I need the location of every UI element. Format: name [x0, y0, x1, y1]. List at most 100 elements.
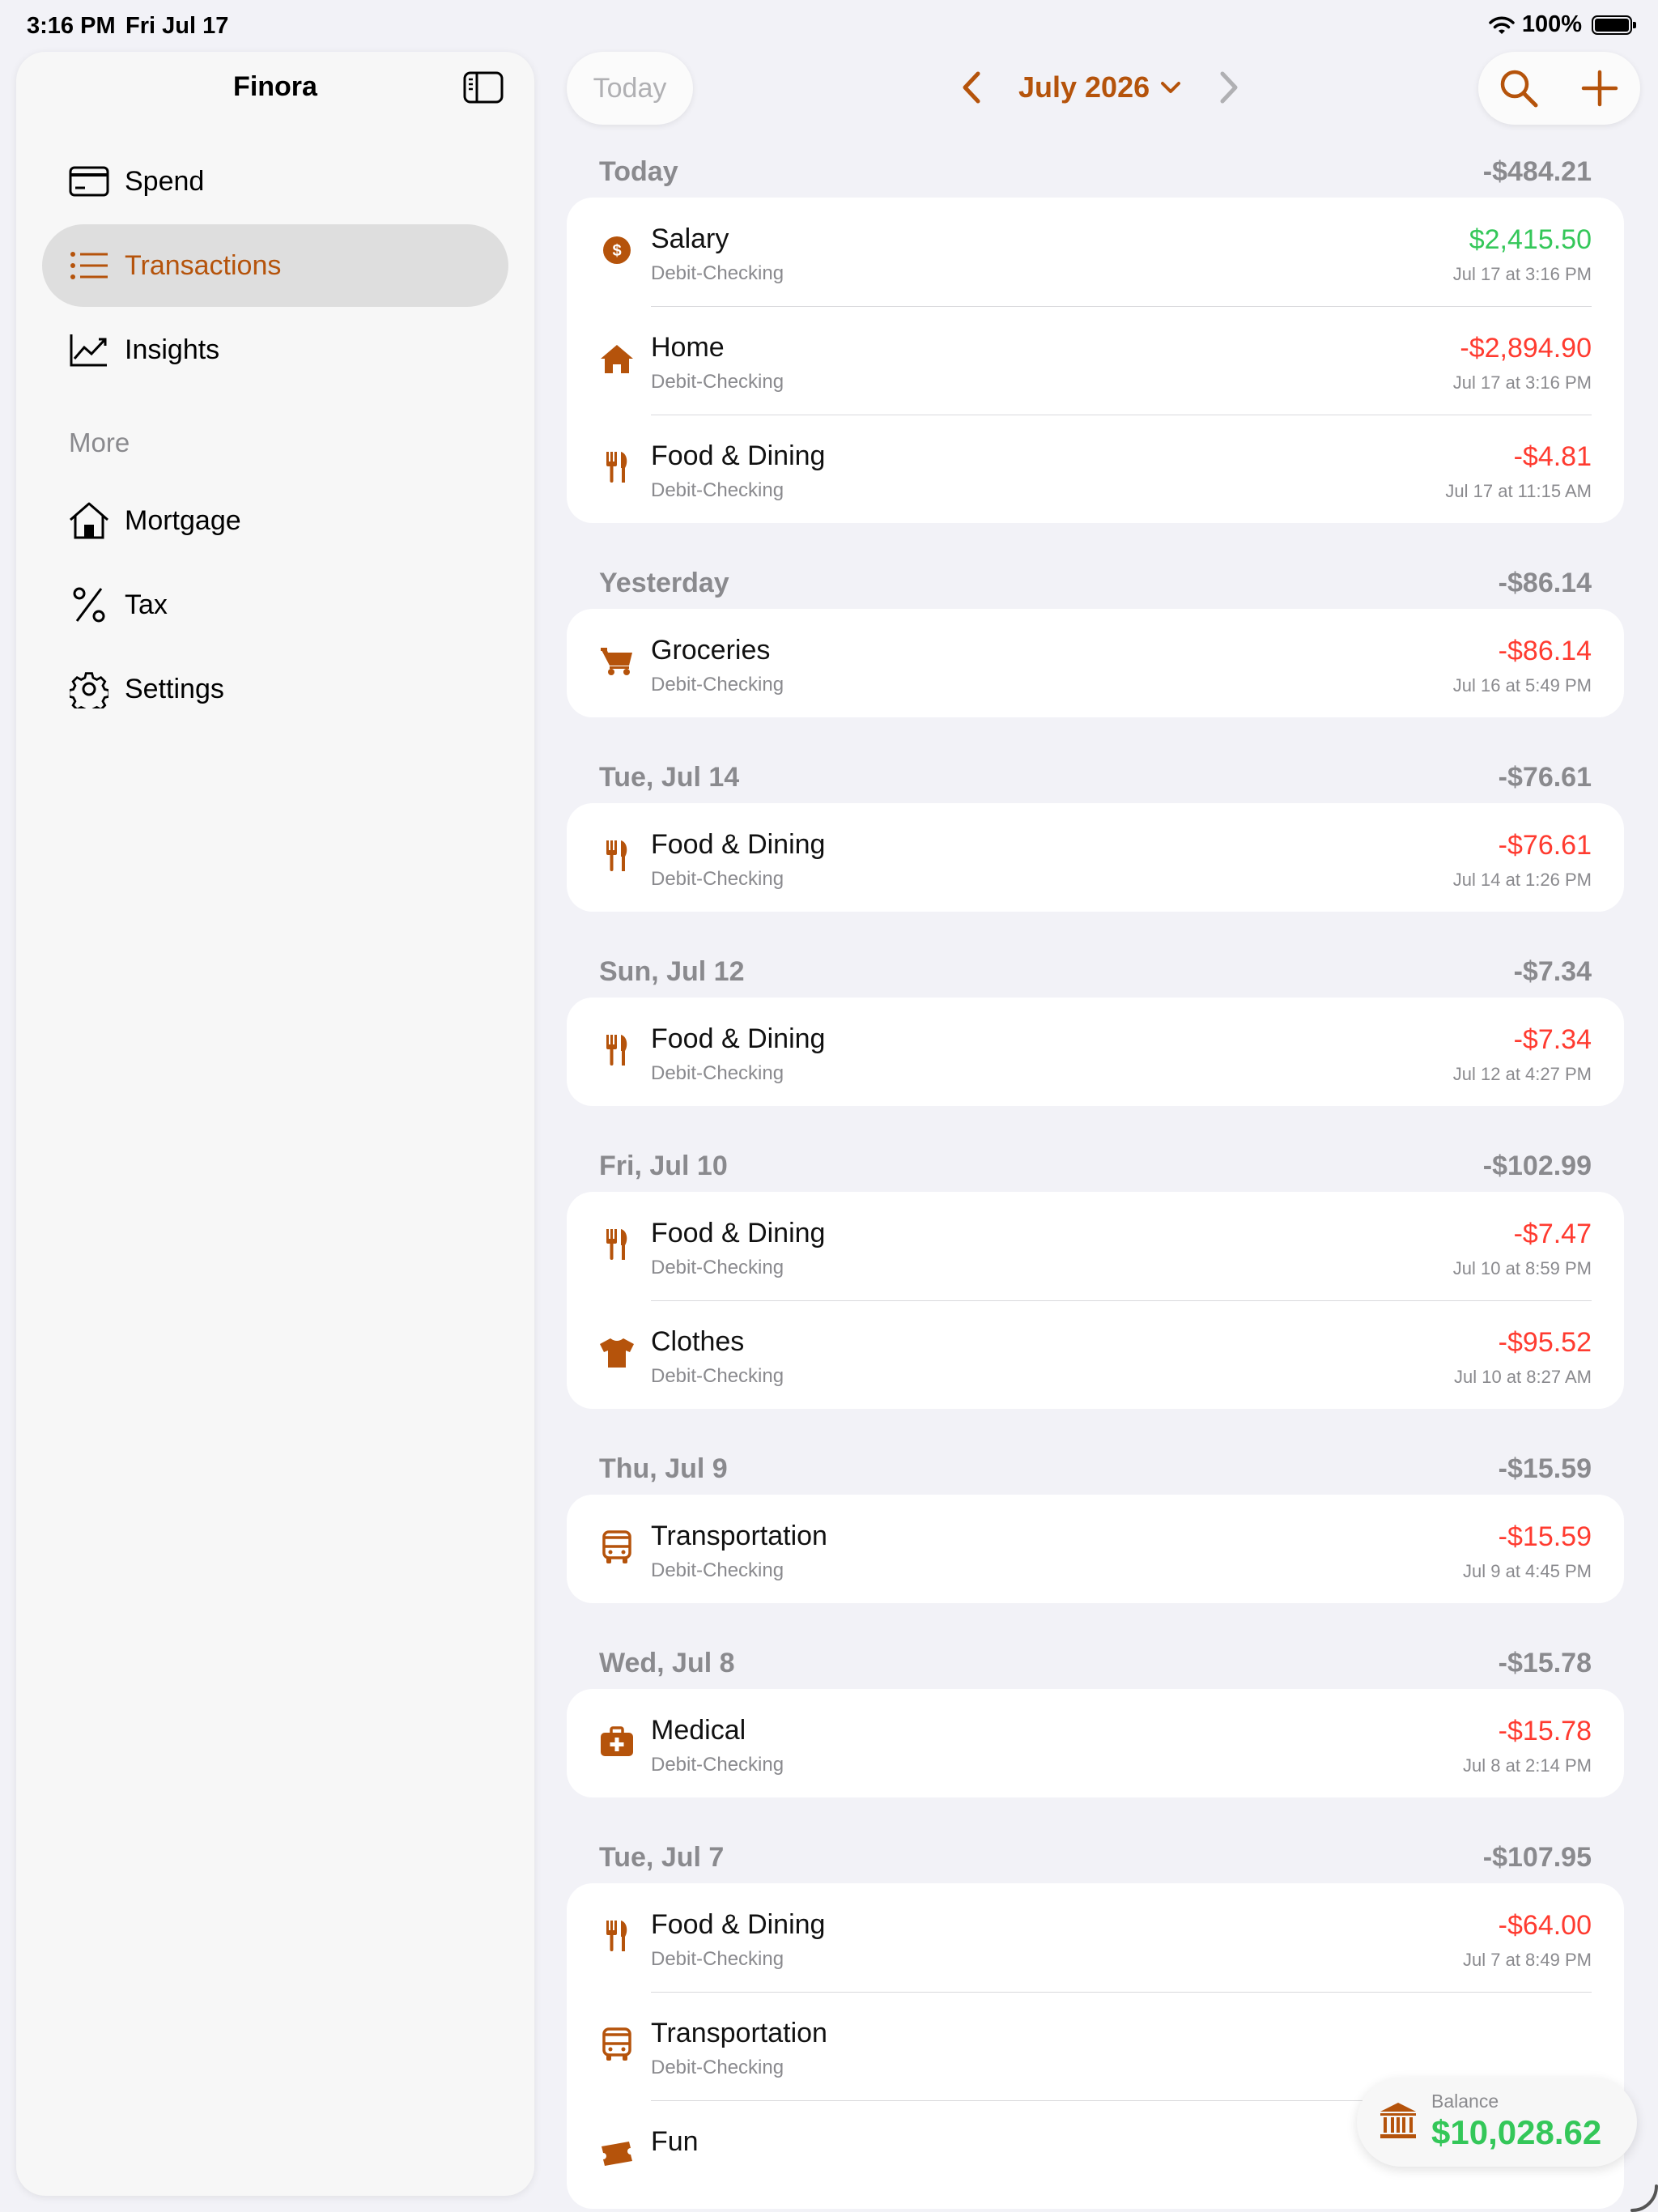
percent-icon	[68, 584, 110, 626]
sidebar: Finora Spend Transactions Insights More …	[16, 52, 534, 2196]
day-header: Fri, Jul 10 -$102.99	[567, 1140, 1624, 1192]
medical-kit-icon	[599, 1724, 635, 1759]
sidebar-item-label: Settings	[125, 673, 224, 704]
transaction-row[interactable]: Transportation Debit-Checking -$15.59 Jul 9…	[567, 1495, 1624, 1603]
battery-percent: 100%	[1521, 11, 1582, 37]
day-total: -$102.99	[1482, 1150, 1592, 1181]
transaction-row[interactable]: Food & Dining Debit-Checking -$76.61 Jul 14…	[567, 803, 1624, 912]
sidebar-item-label: Transactions	[125, 249, 282, 281]
transaction-time: Jul 7 at 8:49 PM	[1463, 1950, 1592, 1970]
balance-value: $10,028.62	[1431, 2113, 1602, 2151]
transaction-account: Debit-Checking	[651, 1257, 784, 1278]
sidebar-toggle-icon[interactable]	[463, 71, 504, 104]
status-time: 3:16 PM	[27, 13, 116, 39]
day-label: Yesterday	[599, 567, 729, 598]
transaction-category: Groceries	[651, 635, 771, 666]
sidebar-item-settings[interactable]: Settings	[42, 648, 508, 730]
transaction-amount: -$15.78	[1498, 1716, 1592, 1746]
transaction-time: Jul 10 at 8:59 PM	[1452, 1258, 1592, 1278]
sidebar-item-mortgage[interactable]: Mortgage	[42, 479, 508, 562]
list-icon	[68, 245, 110, 287]
transaction-row[interactable]: Food & Dining Debit-Checking -$64.00 Jul 7 …	[567, 1883, 1624, 1992]
search-icon[interactable]	[1498, 67, 1540, 109]
wifi-icon	[1489, 16, 1515, 34]
ticket-icon	[599, 2135, 635, 2171]
transaction-account: Debit-Checking	[651, 674, 784, 696]
transaction-amount: -$95.52	[1498, 1327, 1592, 1358]
transaction-row[interactable]: Food & Dining Debit-Checking -$7.34 Jul 12 …	[567, 998, 1624, 1106]
day-card: Medical Debit-Checking -$15.78 Jul 8 at 2:1…	[567, 1689, 1624, 1797]
transaction-account: Debit-Checking	[651, 868, 784, 890]
transaction-account: Debit-Checking	[651, 371, 784, 393]
transaction-category: Fun	[651, 2126, 699, 2157]
transaction-amount: -$76.61	[1498, 830, 1592, 861]
transaction-category: Food & Dining	[651, 1909, 826, 1940]
day-card: Groceries Debit-Checking -$86.14 Jul 16 at …	[567, 609, 1624, 717]
add-icon[interactable]	[1579, 67, 1621, 109]
day-header: Sun, Jul 12 -$7.34	[567, 946, 1624, 998]
bank-icon	[1380, 2103, 1416, 2138]
day-label: Wed, Jul 8	[599, 1647, 735, 1678]
day-total: -$76.61	[1498, 761, 1592, 793]
fork-knife-icon	[599, 838, 635, 874]
transaction-row[interactable]: Home Debit-Checking -$2,894.90 Jul 17 at 3:…	[567, 306, 1624, 415]
day-label: Tue, Jul 14	[599, 761, 740, 793]
transaction-account: Debit-Checking	[651, 1754, 784, 1776]
transaction-time: Jul 10 at 8:27 AM	[1454, 1367, 1592, 1387]
sidebar-item-label: Tax	[125, 589, 168, 620]
day-total: -$15.59	[1498, 1453, 1592, 1484]
sidebar-item-spend[interactable]: Spend	[42, 140, 508, 223]
transaction-category: Transportation	[651, 1521, 827, 1551]
day-header: Today -$484.21	[567, 146, 1624, 198]
sidebar-item-tax[interactable]: Tax	[42, 564, 508, 646]
transaction-amount: -$7.47	[1513, 1219, 1592, 1249]
app-title: Finora	[233, 71, 317, 102]
sidebar-item-insights[interactable]: Insights	[42, 308, 508, 391]
day-label: Sun, Jul 12	[599, 955, 745, 987]
battery-icon	[1592, 15, 1636, 35]
status-bar: 3:16 PM Fri Jul 17 100%	[0, 0, 1658, 52]
day-label: Fri, Jul 10	[599, 1150, 728, 1181]
transaction-row[interactable]: Medical Debit-Checking -$15.78 Jul 8 at 2:1…	[567, 1689, 1624, 1797]
transaction-row[interactable]: Clothes Debit-Checking -$95.52 Jul 10 at 8:…	[567, 1300, 1624, 1409]
sidebar-item-label: Mortgage	[125, 504, 241, 536]
transaction-amount: -$7.34	[1513, 1024, 1592, 1055]
transaction-time: Jul 9 at 4:45 PM	[1463, 1561, 1592, 1581]
transaction-row[interactable]: Food & Dining Debit-Checking -$7.47 Jul 10 …	[567, 1192, 1624, 1300]
gear-icon	[68, 668, 110, 710]
transaction-time: Jul 14 at 1:26 PM	[1452, 870, 1592, 890]
status-date: Fri Jul 17	[125, 13, 229, 39]
transaction-account: Debit-Checking	[651, 262, 784, 284]
house-icon	[68, 500, 110, 542]
day-header: Yesterday -$86.14	[567, 557, 1624, 609]
today-button[interactable]: Today	[567, 52, 693, 125]
month-picker[interactable]: July 2026	[1018, 70, 1150, 104]
transaction-row[interactable]: $ Salary Debit-Checking $2,415.50 Jul 17 at …	[567, 198, 1624, 306]
sidebar-item-transactions[interactable]: Transactions	[42, 224, 508, 307]
transaction-category: Medical	[651, 1715, 746, 1746]
chevron-right-icon[interactable]	[1213, 67, 1245, 108]
day-total: -$15.78	[1498, 1647, 1592, 1678]
transaction-time: Jul 12 at 4:27 PM	[1452, 1064, 1592, 1084]
fork-knife-icon	[599, 1918, 635, 1954]
day-header: Tue, Jul 7 -$107.95	[567, 1831, 1624, 1883]
day-card: Food & Dining Debit-Checking -$7.47 Jul 10 …	[567, 1192, 1624, 1409]
cart-icon	[599, 644, 635, 679]
transaction-category: Home	[651, 332, 725, 363]
fork-knife-icon	[599, 1227, 635, 1262]
sidebar-item-label: Spend	[125, 165, 205, 197]
chevron-left-icon[interactable]	[955, 67, 988, 108]
balance-pill[interactable]: Balance $10,028.62	[1357, 2078, 1637, 2167]
chevron-down-icon[interactable]	[1159, 79, 1182, 96]
fork-knife-icon	[599, 1032, 635, 1068]
transaction-time: Jul 8 at 2:14 PM	[1463, 1755, 1592, 1776]
bus-icon	[599, 2027, 635, 2062]
transaction-row[interactable]: Food & Dining Debit-Checking -$4.81 Jul 17 …	[567, 415, 1624, 523]
day-header: Thu, Jul 9 -$15.59	[567, 1443, 1624, 1495]
transaction-row[interactable]: Groceries Debit-Checking -$86.14 Jul 16 at …	[567, 609, 1624, 717]
day-total: -$107.95	[1482, 1841, 1592, 1873]
transaction-account: Debit-Checking	[651, 1948, 784, 1970]
day-total: -$484.21	[1482, 155, 1592, 187]
day-label: Today	[599, 155, 678, 187]
transaction-amount: -$4.81	[1513, 441, 1592, 472]
